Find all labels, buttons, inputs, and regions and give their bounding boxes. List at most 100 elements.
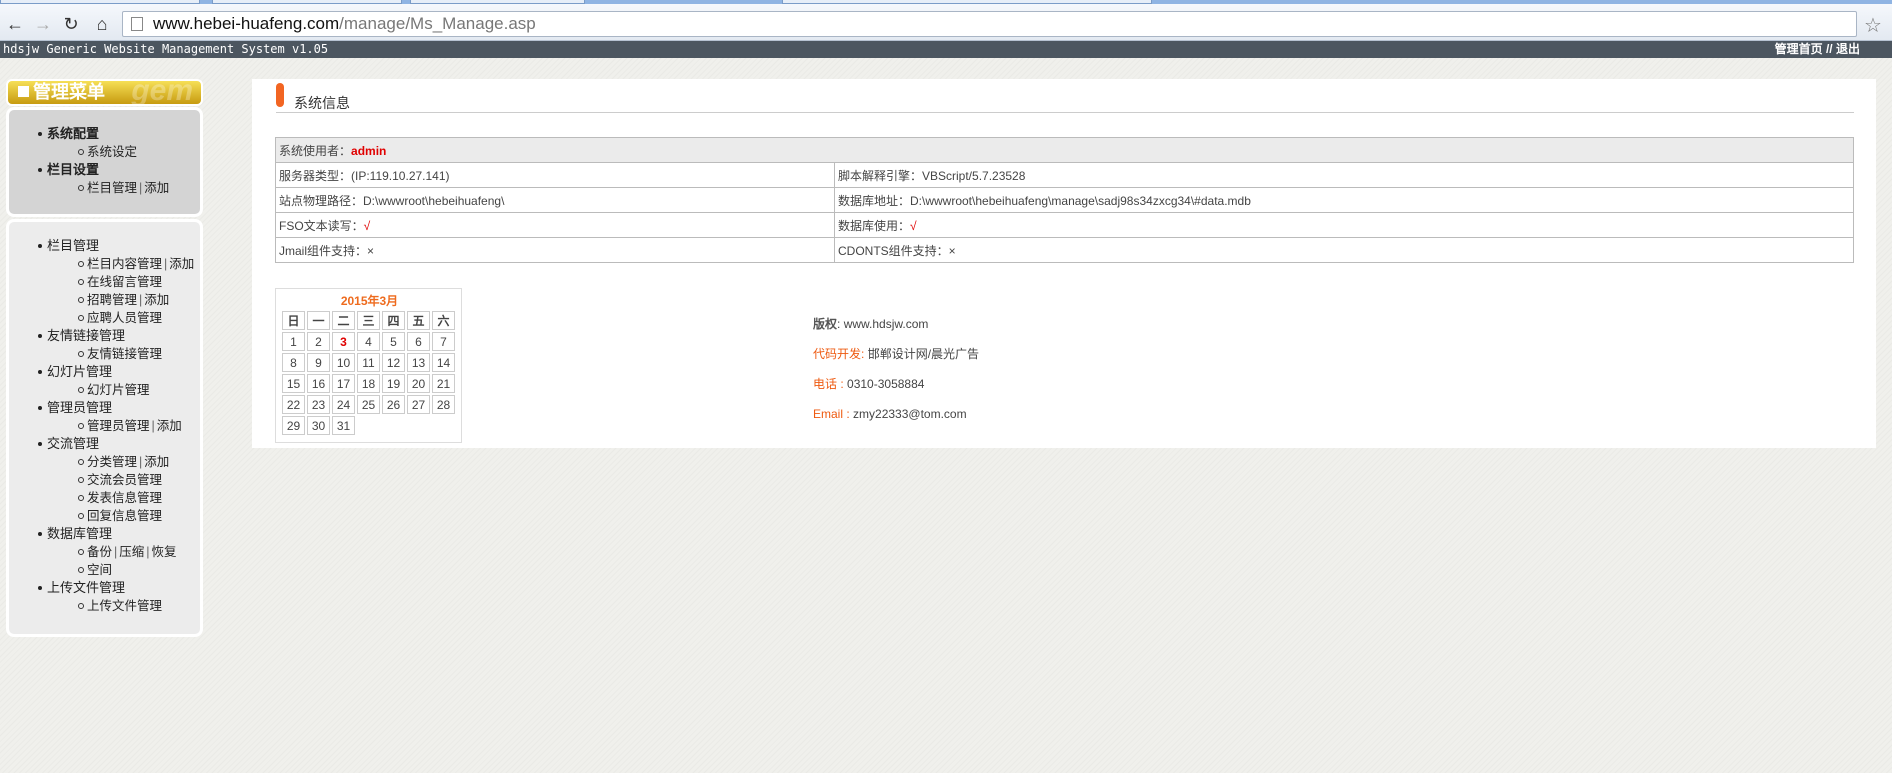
table-row: Jmail组件支持：× CDONTS组件支持：× <box>275 237 1854 263</box>
calendar-day[interactable]: 26 <box>382 395 405 414</box>
home-icon[interactable]: ⌂ <box>91 13 113 35</box>
menu-group-label[interactable]: 幻灯片管理 <box>47 364 112 379</box>
menu-item-link[interactable]: 招聘管理 <box>87 293 137 307</box>
calendar-day[interactable]: 5 <box>382 332 405 351</box>
menu-item-link[interactable]: 幻灯片管理 <box>87 383 150 397</box>
calendar-day[interactable]: 9 <box>307 353 330 372</box>
calendar-day[interactable]: 15 <box>282 374 305 393</box>
url-path: /manage/Ms_Manage.asp <box>339 14 536 33</box>
calendar-day[interactable]: 16 <box>307 374 330 393</box>
menu-item-link[interactable]: 分类管理 <box>87 455 137 469</box>
menu-item-link[interactable]: 添加 <box>144 181 169 195</box>
calendar-day[interactable]: 23 <box>307 395 330 414</box>
menu-group: 上传文件管理 上传文件管理 <box>13 579 196 615</box>
calendar-caption: 2015年3月 <box>340 294 399 308</box>
section-header: 系统信息 <box>276 83 1854 113</box>
menu-item-link[interactable]: 上传文件管理 <box>87 599 162 613</box>
forward-arrow-icon[interactable]: → <box>32 13 54 35</box>
menu-item-link[interactable]: 交流会员管理 <box>87 473 162 487</box>
menu-item-link[interactable]: 压缩 <box>119 545 144 559</box>
calendar-day[interactable]: 17 <box>332 374 355 393</box>
phone-value: 0310-3058884 <box>847 377 925 391</box>
menu-item-link[interactable]: 在线留言管理 <box>87 275 162 289</box>
calendar-day[interactable]: 22 <box>282 395 305 414</box>
page-icon <box>131 17 143 31</box>
menu-link-separator: | <box>146 545 150 559</box>
calendar-day[interactable]: 31 <box>332 416 355 435</box>
menu-group: 栏目设置 栏目管理 | 添加 <box>13 161 196 197</box>
menu-item-link[interactable]: 发表信息管理 <box>87 491 162 505</box>
menu-item-link[interactable]: 备份 <box>87 545 112 559</box>
calendar-day[interactable]: 3 <box>332 332 355 351</box>
email-line: Email : zmy22333@tom.com <box>813 407 967 421</box>
menu-group-label[interactable]: 数据库管理 <box>47 526 112 541</box>
menu-item-link[interactable]: 友情链接管理 <box>87 347 162 361</box>
calendar-day[interactable]: 8 <box>282 353 305 372</box>
calendar-day[interactable]: 20 <box>407 374 430 393</box>
phone-label: 电话 <box>813 377 838 391</box>
header-link-separator: // <box>1825 42 1833 56</box>
menu-item-link[interactable]: 添加 <box>144 455 169 469</box>
calendar: 2015年3月 日一二三四五六 1 2 3 4 5 6 7 8 9 10 11 12 13 14 15 16 17… <box>275 288 462 443</box>
square-icon <box>18 86 29 97</box>
menu-item-link[interactable]: 栏目内容管理 <box>87 257 162 271</box>
menu-item-link[interactable]: 管理员管理 <box>87 419 150 433</box>
calendar-day[interactable]: 13 <box>407 353 430 372</box>
system-user-value: admin <box>351 143 387 158</box>
calendar-day[interactable]: 25 <box>357 395 380 414</box>
menu-title: 管理菜单 gem <box>6 79 203 106</box>
menu-item-link[interactable]: 恢复 <box>152 545 177 559</box>
calendar-day[interactable]: 29 <box>282 416 305 435</box>
calendar-day[interactable]: 21 <box>432 374 455 393</box>
calendar-day[interactable]: 7 <box>432 332 455 351</box>
calendar-day[interactable]: 1 <box>282 332 305 351</box>
logout-link[interactable]: 退出 <box>1836 42 1860 56</box>
reload-icon[interactable]: ↻ <box>60 13 82 35</box>
menu-item-link[interactable]: 应聘人员管理 <box>87 311 162 325</box>
menu-group-label[interactable]: 管理员管理 <box>47 400 112 415</box>
server-type-cell: 服务器类型：(IP:119.10.27.141) <box>275 162 835 188</box>
calendar-day[interactable]: 6 <box>407 332 430 351</box>
menu-group-label[interactable]: 友情链接管理 <box>47 328 125 343</box>
calendar-day[interactable]: 19 <box>382 374 405 393</box>
calendar-day[interactable]: 11 <box>357 353 380 372</box>
menu-group-label[interactable]: 栏目管理 <box>47 238 99 253</box>
menu-item-link[interactable]: 回复信息管理 <box>87 509 162 523</box>
calendar-weekday-row: 日一二三四五六 <box>282 311 455 330</box>
menu-item-link[interactable]: 添加 <box>144 293 169 307</box>
menu-item-link[interactable]: 系统设定 <box>87 145 137 159</box>
copyright-label: 版权 <box>813 317 838 331</box>
bookmark-star-icon[interactable]: ☆ <box>1864 13 1882 38</box>
calendar-day[interactable]: 2 <box>307 332 330 351</box>
menu-group: 幻灯片管理 幻灯片管理 <box>13 363 196 399</box>
menu-group-label[interactable]: 交流管理 <box>47 436 99 451</box>
calendar-day[interactable]: 18 <box>357 374 380 393</box>
system-header-bar: hdsjw Generic Website Management System … <box>0 41 1892 58</box>
back-arrow-icon[interactable]: ← <box>4 13 26 35</box>
calendar-day[interactable]: 12 <box>382 353 405 372</box>
calendar-day[interactable]: 14 <box>432 353 455 372</box>
calendar-week-row: 15 16 17 18 19 20 21 <box>282 374 455 393</box>
menu-title-text: 管理菜单 <box>33 82 105 102</box>
menu-item: 备份 | 压缩 | 恢复 <box>47 543 196 561</box>
menu-group: 栏目管理 栏目内容管理 | 添加 在线留言管理 招聘管理 | 添加 应聘人员管理 <box>13 237 196 327</box>
menu-group-label[interactable]: 上传文件管理 <box>47 580 125 595</box>
calendar-day[interactable]: 24 <box>332 395 355 414</box>
menu-group-label[interactable]: 栏目设置 <box>47 162 99 177</box>
menu-item-link[interactable]: 空间 <box>87 563 112 577</box>
menu-item-link[interactable]: 添加 <box>157 419 182 433</box>
menu-item: 友情链接管理 <box>47 345 196 363</box>
menu-item-link[interactable]: 栏目管理 <box>87 181 137 195</box>
menu-group-label[interactable]: 系统配置 <box>47 126 99 141</box>
developer-label: 代码开发 <box>813 347 862 361</box>
calendar-day[interactable]: 27 <box>407 395 430 414</box>
calendar-day[interactable]: 28 <box>432 395 455 414</box>
admin-home-link[interactable]: 管理首页 <box>1775 42 1823 56</box>
calendar-day[interactable]: 10 <box>332 353 355 372</box>
menu-item: 回复信息管理 <box>47 507 196 525</box>
menu-item-link[interactable]: 添加 <box>169 257 194 271</box>
db-use-label: 数据库使用： <box>838 218 911 233</box>
address-bar[interactable]: www.hebei-huafeng.com/manage/Ms_Manage.a… <box>122 11 1857 37</box>
calendar-day[interactable]: 4 <box>357 332 380 351</box>
calendar-day[interactable]: 30 <box>307 416 330 435</box>
